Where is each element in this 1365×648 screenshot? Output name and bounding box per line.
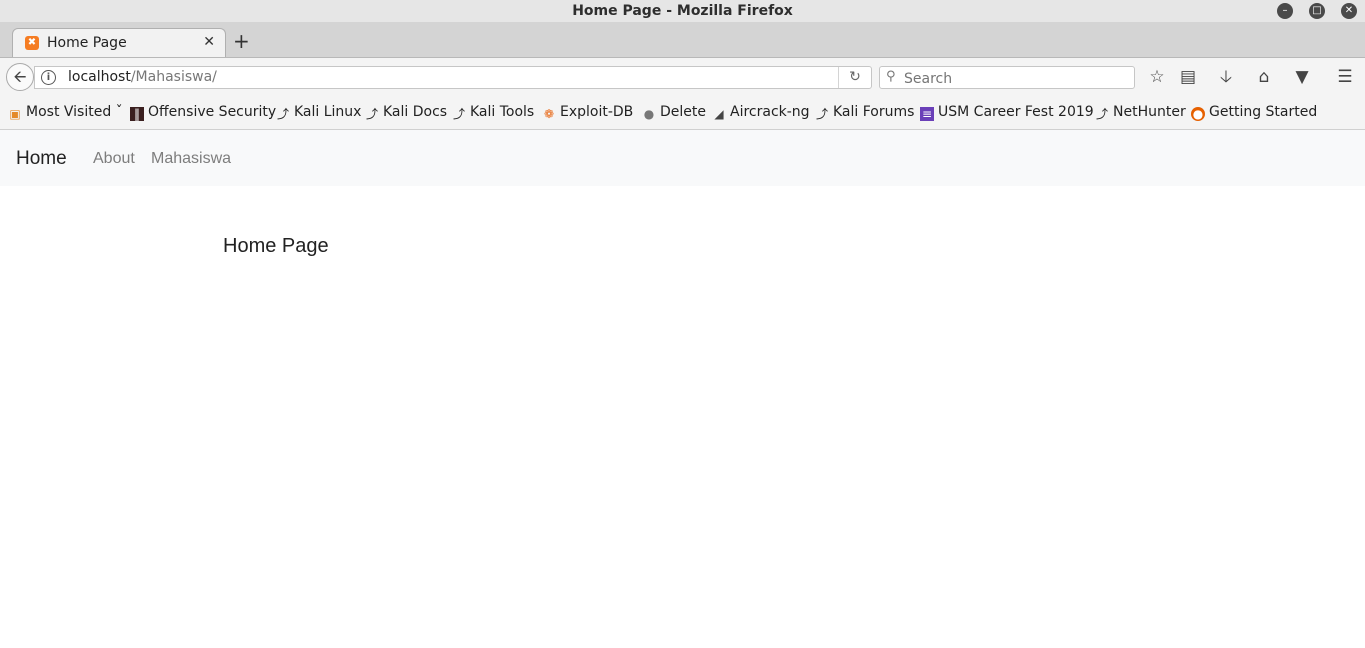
bookmark-delete[interactable]: ● Delete <box>642 104 706 121</box>
kali-dragon-icon: ⤴ <box>365 107 378 121</box>
reload-icon[interactable]: ↻ <box>838 67 871 88</box>
xampp-favicon-icon: ✖ <box>25 36 39 50</box>
kali-dragon-icon: ⤴ <box>815 107 828 121</box>
chevron-down-icon: ˇ <box>111 104 123 120</box>
bookmark-label: Kali Tools <box>470 104 535 120</box>
maximize-icon[interactable]: □ <box>1309 3 1325 19</box>
tab-home-page[interactable]: ✖ Home Page ✕ <box>12 28 226 57</box>
search-input[interactable] <box>902 68 1131 89</box>
close-window-icon[interactable]: ✕ <box>1341 3 1357 19</box>
bookmark-label: NetHunter <box>1113 104 1186 120</box>
navbar-brand-home[interactable]: Home <box>16 148 67 170</box>
url-bar[interactable]: i localhost/Mahasiswa/ ↻ <box>34 66 872 89</box>
kali-dragon-icon: ⤴ <box>276 107 289 121</box>
window-titlebar: Home Page - Mozilla Firefox – □ ✕ <box>0 0 1365 22</box>
bookmark-label: Delete <box>660 104 706 120</box>
url-path: /Mahasiswa/ <box>130 69 217 85</box>
kali-dragon-icon: ⤴ <box>1095 107 1108 121</box>
bookmark-kali-linux[interactable]: ⤴ Kali Linux <box>276 104 361 121</box>
folder-icon: ▣ <box>9 107 21 121</box>
bookmark-star-icon[interactable]: ☆ <box>1145 66 1169 88</box>
form-icon: ≡ <box>920 107 934 121</box>
bookmark-kali-tools[interactable]: ⤴ Kali Tools <box>452 104 534 121</box>
new-tab-icon[interactable]: + <box>233 28 250 54</box>
url-host: localhost <box>68 69 131 85</box>
bookmark-label: Exploit-DB <box>560 104 634 120</box>
bookmark-label: Kali Linux <box>294 104 362 120</box>
bookmark-label: Aircrack-ng <box>730 104 810 120</box>
bookmark-offensive-security[interactable]: ‖ Offensive Security <box>130 104 276 121</box>
bookmark-aircrack-ng[interactable]: ◢ Aircrack-ng <box>712 104 810 121</box>
minimize-icon[interactable]: – <box>1277 3 1293 19</box>
bookmark-label: Getting Started <box>1209 104 1318 120</box>
bookmark-label: Offensive Security <box>148 104 277 120</box>
site-navbar: Home About Mahasiswa <box>0 130 1365 186</box>
search-bar[interactable]: ⚲ <box>879 66 1135 89</box>
back-button[interactable]: 🡨 <box>6 63 34 91</box>
bookmark-label: Kali Forums <box>833 104 915 120</box>
nav-link-mahasiswa[interactable]: Mahasiswa <box>151 150 231 168</box>
library-icon[interactable]: ▤ <box>1176 66 1200 88</box>
firefox-icon: ● <box>1191 107 1205 121</box>
bookmark-kali-forums[interactable]: ⤴ Kali Forums <box>815 104 914 121</box>
window-title: Home Page - Mozilla Firefox <box>572 3 793 19</box>
site-info-icon[interactable]: i <box>41 70 56 85</box>
page-heading: Home Page <box>223 235 329 257</box>
bookmark-usm-career-fest[interactable]: ≡ USM Career Fest 2019 <box>920 104 1094 121</box>
bookmark-nethunter[interactable]: ⤴ NetHunter <box>1095 104 1186 121</box>
pocket-icon[interactable]: ▼ <box>1290 66 1314 88</box>
bookmark-kali-docs[interactable]: ⤴ Kali Docs <box>365 104 447 121</box>
bookmark-label: USM Career Fest 2019 <box>938 104 1094 120</box>
search-icon: ⚲ <box>886 69 896 84</box>
url-text[interactable]: localhost/Mahasiswa/ <box>68 69 217 85</box>
offsec-icon: ‖ <box>130 107 144 121</box>
exploit-db-icon: ❁ <box>543 107 555 121</box>
bookmark-most-visited[interactable]: ▣ Most Visited ˇ <box>8 104 123 121</box>
kali-dragon-icon: ⤴ <box>452 107 465 121</box>
close-tab-icon[interactable]: ✕ <box>203 34 215 50</box>
home-icon[interactable]: ⌂ <box>1252 66 1276 88</box>
bookmark-label: Kali Docs <box>383 104 448 120</box>
navigation-toolbar: 🡨 i localhost/Mahasiswa/ ↻ ⚲ ☆ ▤ 🡣 ⌂ ▼ ☰ <box>0 58 1365 96</box>
globe-icon: ● <box>643 107 655 121</box>
downloads-icon[interactable]: 🡣 <box>1214 66 1238 88</box>
nav-link-about[interactable]: About <box>93 150 135 168</box>
menu-hamburger-icon[interactable]: ☰ <box>1333 66 1357 88</box>
tab-strip: ✖ Home Page ✕ + <box>0 22 1365 58</box>
back-arrow-icon: 🡨 <box>13 67 27 86</box>
aircrack-icon: ◢ <box>714 107 724 121</box>
bookmark-label: Most Visited <box>26 104 112 120</box>
bookmark-getting-started[interactable]: ● Getting Started <box>1191 104 1317 121</box>
bookmarks-toolbar: ▣ Most Visited ˇ ‖ Offensive Security ⤴ Kal… <box>0 96 1365 130</box>
bookmark-exploit-db[interactable]: ❁ Exploit-DB <box>542 104 633 121</box>
tab-label: Home Page <box>47 35 127 51</box>
